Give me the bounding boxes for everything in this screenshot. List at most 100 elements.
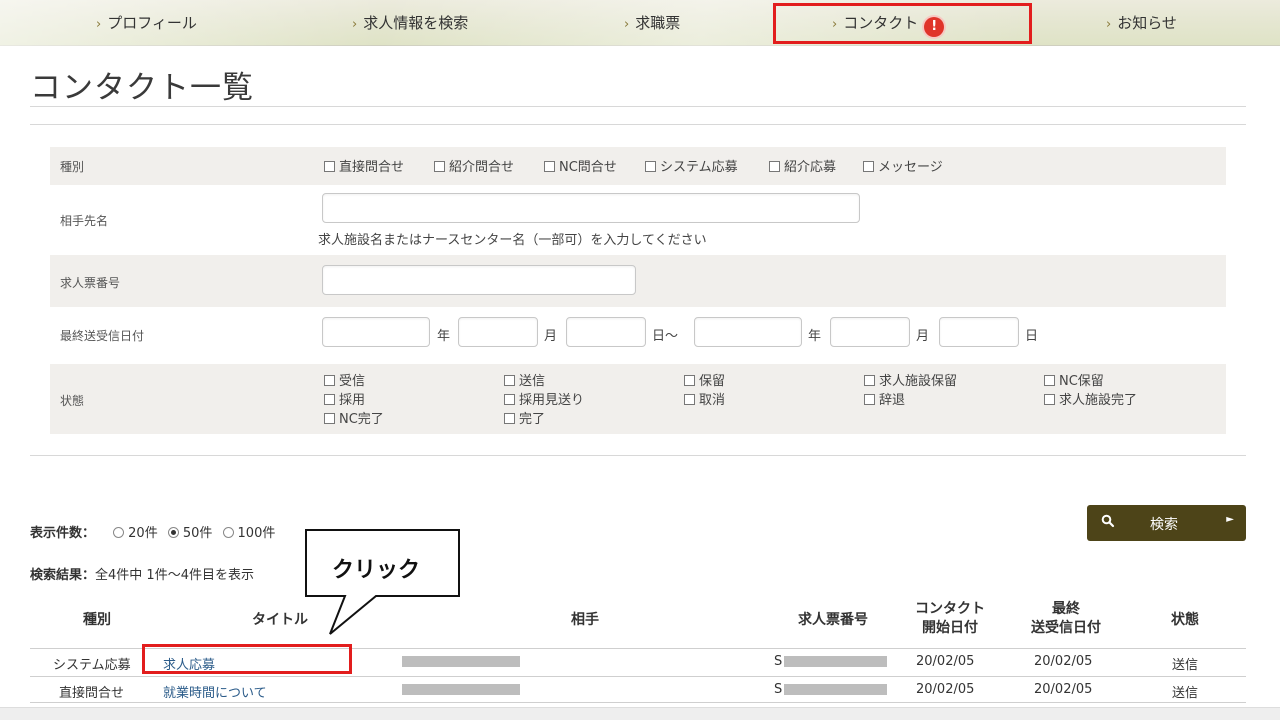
status-checkbox-facility-complete[interactable]: 求人施設完了 xyxy=(1044,389,1137,408)
radio-20[interactable] xyxy=(113,527,125,538)
checkbox-icon xyxy=(504,413,515,424)
checkbox-icon xyxy=(645,161,656,172)
status-checkbox-received[interactable]: 受信 xyxy=(324,370,365,389)
row-job-number-prefix: S xyxy=(774,654,783,669)
col-header-title: タイトル xyxy=(252,612,308,628)
redacted-partner xyxy=(402,684,520,695)
row-title-link[interactable]: 就業時間について xyxy=(163,682,267,701)
title-divider xyxy=(30,106,1246,107)
date-to-day-input[interactable] xyxy=(939,317,1019,347)
job-number-input[interactable] xyxy=(322,265,636,295)
nav-job-search-label: 求人情報を検索 xyxy=(363,14,469,32)
nav-notices[interactable]: › お知らせ xyxy=(1106,12,1177,33)
form-bottom-divider xyxy=(30,455,1246,456)
result-count-label: 検索結果： xyxy=(30,568,96,583)
per-page-100-label: 100件 xyxy=(237,526,276,541)
result-count: 検索結果：全4件中 1件～4件目を表示 xyxy=(30,564,254,583)
title-highlight-box xyxy=(142,644,352,674)
status-checkbox-sent[interactable]: 送信 xyxy=(504,370,545,389)
type-checkbox-referral-apply[interactable]: 紹介応募 xyxy=(769,156,836,175)
type-checkbox-direct[interactable]: 直接問合せ xyxy=(324,156,404,175)
checkbox-icon xyxy=(434,161,445,172)
partner-name-input[interactable] xyxy=(322,193,860,223)
result-count-text: 全4件中 1件～4件目を表示 xyxy=(95,568,254,583)
nav-application-form-label: 求職票 xyxy=(635,14,681,32)
filter-job-number-label: 求人票番号 xyxy=(60,276,121,290)
row-last-date: 20/02/05 xyxy=(1034,654,1093,669)
status-checkbox-complete[interactable]: 完了 xyxy=(504,408,545,427)
date-from-month-input[interactable] xyxy=(458,317,538,347)
col-header-job-number: 求人票番号 xyxy=(798,612,868,628)
date-from-year-input[interactable] xyxy=(322,317,430,347)
row-start-date: 20/02/05 xyxy=(916,654,975,669)
date-to-month-unit: 月 xyxy=(916,329,930,344)
checkbox-icon xyxy=(504,394,515,405)
date-to-year-input[interactable] xyxy=(694,317,802,347)
checkbox-icon xyxy=(684,375,695,386)
date-from-day-input[interactable] xyxy=(566,317,646,347)
status-checkbox-declined[interactable]: 辞退 xyxy=(864,389,905,408)
filter-partner-row: 相手先名 求人施設名またはナースセンター名（一部可）を入力してください xyxy=(50,185,1226,255)
per-page-20-label: 20件 xyxy=(128,526,158,541)
search-button-label: 検索 xyxy=(1150,517,1178,533)
filter-date-row: 最終送受信日付 年 月 日～ 年 月 日 xyxy=(50,307,1226,359)
row-job-number-prefix: S xyxy=(774,682,783,697)
search-icon xyxy=(1101,514,1115,528)
contact-highlight-box xyxy=(773,3,1032,44)
nav-profile[interactable]: › プロフィール xyxy=(96,12,197,33)
date-from-month-unit: 月 xyxy=(544,329,558,344)
checkbox-icon xyxy=(324,375,335,386)
per-page-50-label: 50件 xyxy=(182,526,213,541)
row-status: 送信 xyxy=(1172,686,1199,701)
type-checkbox-message[interactable]: メッセージ xyxy=(863,156,943,175)
checkbox-icon xyxy=(1044,394,1055,405)
search-button[interactable]: 検索 ► xyxy=(1087,505,1246,541)
filter-job-number-row: 求人票番号 xyxy=(50,255,1226,307)
checkbox-icon xyxy=(864,375,875,386)
filter-date-label: 最終送受信日付 xyxy=(60,329,145,343)
per-page-label: 表示件数： xyxy=(30,526,96,541)
checkbox-icon xyxy=(544,161,555,172)
radio-100[interactable] xyxy=(222,527,234,538)
type-checkbox-nc[interactable]: NC問合せ xyxy=(544,156,617,175)
radio-50[interactable] xyxy=(167,527,179,538)
top-navigation: › プロフィール › 求人情報を検索 › 求職票 › コンタクト! › お知らせ xyxy=(0,0,1280,46)
filter-status-label: 状態 xyxy=(60,394,85,408)
row-start-date: 20/02/05 xyxy=(916,682,975,697)
nav-profile-label: プロフィール xyxy=(107,14,197,32)
status-checkbox-on-hold[interactable]: 保留 xyxy=(684,370,725,389)
status-checkbox-nc-complete[interactable]: NC完了 xyxy=(324,408,384,427)
checkbox-icon xyxy=(864,394,875,405)
checkbox-icon xyxy=(504,375,515,386)
triangle-right-icon: ► xyxy=(1226,514,1234,525)
checkbox-icon xyxy=(1044,375,1055,386)
per-page-selector: 表示件数： 20件 50件 100件 xyxy=(30,522,275,541)
status-checkbox-facility-hold[interactable]: 求人施設保留 xyxy=(864,370,957,389)
checkbox-icon xyxy=(684,394,695,405)
date-to-month-input[interactable] xyxy=(830,317,910,347)
filter-status-row: 状態 受信 採用 NC完了 送信 採用見送り 完了 保留 取消 求人施設保留 辞… xyxy=(50,364,1226,434)
nav-notices-label: お知らせ xyxy=(1117,14,1177,32)
col-header-partner: 相手 xyxy=(571,612,599,628)
status-checkbox-cancelled[interactable]: 取消 xyxy=(684,389,725,408)
status-checkbox-hired[interactable]: 採用 xyxy=(324,389,365,408)
filter-type-label: 種別 xyxy=(60,160,85,174)
nav-job-search[interactable]: › 求人情報を検索 xyxy=(352,12,468,33)
col-header-type: 種別 xyxy=(83,612,111,628)
col-header-status: 状態 xyxy=(1171,612,1199,628)
chevron-right-icon: › xyxy=(624,17,630,32)
col-header-last-date: 最終 送受信日付 xyxy=(1031,601,1101,636)
type-checkbox-referral[interactable]: 紹介問合せ xyxy=(434,156,514,175)
nav-application-form[interactable]: › 求職票 xyxy=(624,12,680,33)
row-type: システム応募 xyxy=(53,658,131,673)
status-checkbox-nc-hold[interactable]: NC保留 xyxy=(1044,370,1104,389)
type-checkbox-system-apply[interactable]: システム応募 xyxy=(645,156,738,175)
redacted-job-number xyxy=(784,656,887,667)
chevron-right-icon: › xyxy=(96,17,102,32)
chevron-right-icon: › xyxy=(1106,17,1112,32)
row-divider xyxy=(30,702,1246,703)
date-from-year-unit: 年 xyxy=(437,329,451,344)
redacted-partner xyxy=(402,656,520,667)
status-checkbox-not-hired[interactable]: 採用見送り xyxy=(504,389,584,408)
date-to-day-unit: 日 xyxy=(1025,329,1039,344)
